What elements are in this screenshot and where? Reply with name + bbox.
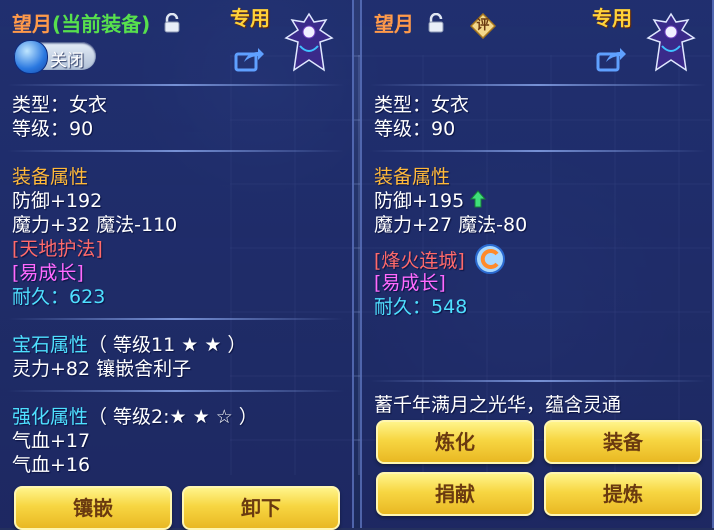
item-type: 类型：女衣 — [12, 94, 108, 116]
extract-button[interactable]: 提炼 — [544, 472, 702, 516]
divider — [8, 390, 344, 392]
divider — [8, 84, 344, 86]
durability: 耐久：623 — [12, 286, 105, 308]
attr-heading: 装备属性 — [374, 166, 451, 188]
item-title: 望月 评 — [374, 8, 496, 39]
defense-value: 防御+195 — [374, 190, 487, 213]
special-skill-text: [烽火连城] — [374, 250, 465, 272]
special-skill: [天地护法] — [12, 238, 103, 260]
gem-value: 灵力+82 镶嵌舍利子 — [12, 358, 192, 380]
gem-heading: 宝石属性 — [12, 334, 89, 356]
gem-level: （ 等级11 ★ ★ ） — [88, 334, 247, 356]
strength-level: （ 等级2:★ ★ ☆ ） — [88, 406, 258, 428]
special-effect: [易成长] — [12, 262, 84, 284]
inlay-button[interactable]: 镶嵌 — [14, 486, 172, 530]
exclusive-label: 专用 — [592, 6, 632, 30]
equipped-item-panel: 望月(当前装备) 专用 关闭 类型：女衣 等级：90 装备属性 防御+192 魔… — [0, 0, 354, 530]
lock-icon[interactable] — [163, 12, 181, 38]
durability-label: 耐久： — [374, 296, 432, 318]
defense-text: 防御+195 — [374, 190, 465, 212]
rating-icon[interactable]: 评 — [469, 12, 496, 39]
durability: 耐久：548 — [374, 296, 467, 318]
item-level: 等级：90 — [12, 118, 94, 140]
magic-value: 魔力+27 魔法-80 — [374, 214, 528, 236]
item-name: 望月 — [12, 12, 52, 36]
toggle-label: 关闭 — [50, 51, 84, 71]
divider — [8, 150, 344, 152]
durability-label: 耐久： — [12, 286, 70, 308]
divider — [8, 318, 344, 320]
equipment-portrait-icon — [642, 10, 700, 74]
strength-value-1: 气血+17 — [12, 430, 91, 452]
divider — [370, 380, 706, 382]
attr-heading: 装备属性 — [12, 166, 89, 188]
item-title: 望月(当前装备) — [12, 8, 181, 38]
magic-value: 魔力+32 魔法-110 — [12, 214, 178, 236]
green-up-arrow-icon — [470, 190, 487, 213]
strength-value-2: 气血+16 — [12, 454, 91, 476]
current-equip-tag: (当前装备) — [52, 12, 151, 36]
refine-button[interactable]: 炼化 — [376, 420, 534, 464]
item-type: 类型：女衣 — [374, 94, 470, 116]
divider — [370, 84, 706, 86]
exclusive-label: 专用 — [230, 6, 270, 30]
donate-button[interactable]: 捐献 — [376, 472, 534, 516]
item-description: 蓄千年满月之光华，蕴含灵通 — [374, 394, 622, 416]
lock-icon[interactable] — [427, 12, 445, 38]
gem-section: 宝石属性（ 等级11 ★ ★ ） — [12, 334, 246, 356]
defense-value: 防御+192 — [12, 190, 103, 212]
divider — [370, 150, 706, 152]
item-name: 望月 — [374, 12, 414, 36]
strength-heading: 强化属性 — [12, 406, 89, 428]
item-level: 等级：90 — [374, 118, 456, 140]
equip-button[interactable]: 装备 — [544, 420, 702, 464]
strength-section: 强化属性（ 等级2:★ ★ ☆ ） — [12, 406, 258, 428]
durability-value: 548 — [431, 296, 468, 318]
share-icon[interactable] — [234, 46, 264, 72]
rating-icon-text: 评 — [476, 17, 490, 33]
durability-value: 623 — [69, 286, 106, 308]
unequip-button[interactable]: 卸下 — [182, 486, 340, 530]
special-effect: [易成长] — [374, 272, 446, 294]
share-icon[interactable] — [596, 46, 626, 72]
swirl-skill-icon[interactable] — [474, 244, 505, 279]
compare-item-panel: 望月 评 专用 类型：女衣 等级：90 装备属性 防御+195 魔力+27 魔法… — [360, 0, 714, 528]
equipment-portrait-icon — [280, 10, 338, 74]
toggle-knob — [14, 40, 48, 74]
display-toggle[interactable]: 关闭 — [14, 40, 96, 74]
